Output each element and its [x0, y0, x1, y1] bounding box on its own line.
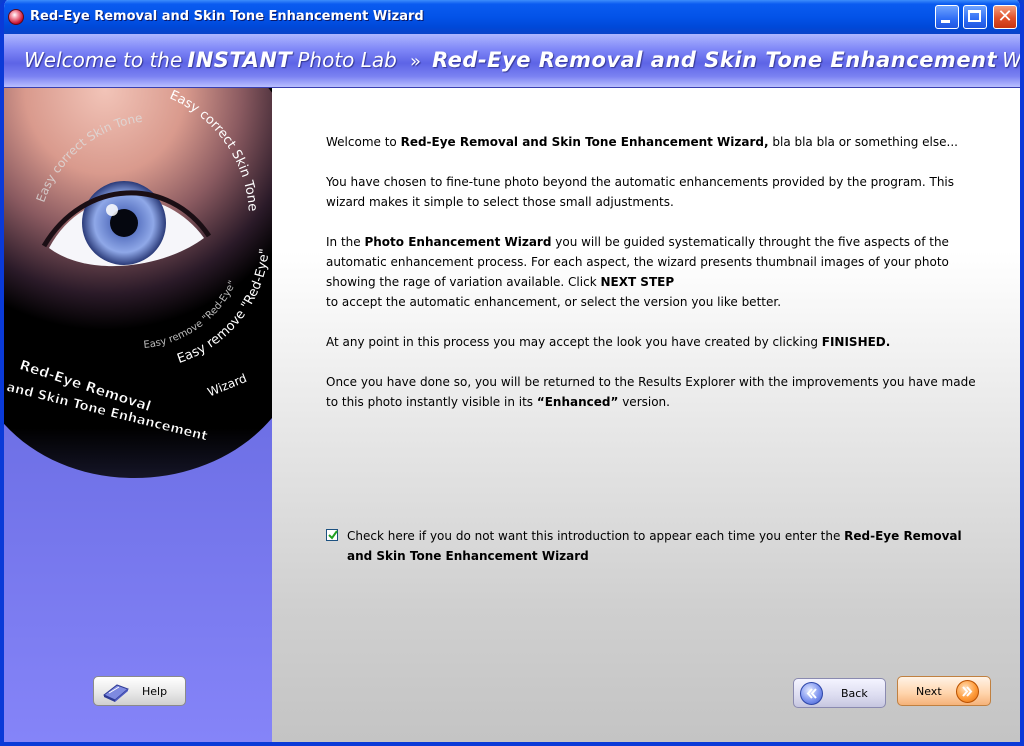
wizard-window: Red-Eye Removal and Skin Tone Enhancemen… [0, 0, 1024, 746]
intro-p5-post: version. [618, 395, 670, 409]
banner-wizard-suffix: Wizard [1002, 48, 1022, 72]
back-label: Back [841, 687, 868, 700]
banner-photo-lab: Photo Lab [297, 48, 397, 72]
intro-p3-pre: In the [326, 235, 365, 249]
checkbox-label-pre: Check here if you do not want this intro… [347, 529, 845, 543]
checkmark-icon [328, 530, 338, 540]
minimize-icon [941, 20, 950, 23]
banner-instant: INSTANT [187, 48, 293, 72]
back-arrows-icon [800, 682, 823, 705]
intro-p4-pre: At any point in this process you may acc… [326, 335, 822, 349]
dont-show-intro-option: Check here if you do not want this intro… [326, 526, 966, 566]
intro-p3-bold2: NEXT STEP [600, 275, 675, 289]
intro-p5-bold: “Enhanced” [536, 395, 619, 409]
book-icon [103, 684, 129, 702]
next-label: Next [916, 685, 942, 698]
content-panel: Welcome to Red-Eye Removal and Skin Tone… [272, 88, 1020, 742]
app-icon [8, 9, 24, 25]
intro-text: Welcome to Red-Eye Removal and Skin Tone… [326, 132, 976, 432]
banner-title: Welcome to the INSTANT Photo Lab » Red-E… [24, 48, 1022, 72]
minimize-button[interactable] [935, 5, 959, 29]
dont-show-intro-checkbox[interactable] [326, 529, 338, 541]
help-button[interactable]: Help [93, 676, 186, 706]
intro-paragraph-1: Welcome to Red-Eye Removal and Skin Tone… [326, 132, 976, 152]
close-button[interactable]: ✕ [993, 5, 1017, 29]
window-title: Red-Eye Removal and Skin Tone Enhancemen… [30, 9, 424, 24]
intro-paragraph-5: Once you have done so, you will be retur… [326, 372, 976, 412]
banner-welcome: Welcome to the [24, 48, 183, 72]
title-bar[interactable]: Red-Eye Removal and Skin Tone Enhancemen… [4, 0, 1020, 34]
double-chevron-right-icon: » [409, 51, 421, 72]
intro-paragraph-4: At any point in this process you may acc… [326, 332, 976, 352]
intro-p1-pre: Welcome to [326, 135, 401, 149]
intro-p4-bold: FINISHED. [821, 335, 891, 349]
maximize-button[interactable] [963, 5, 987, 29]
intro-p1-bold: Red-Eye Removal and Skin Tone Enhancemen… [400, 135, 769, 149]
header-banner: Welcome to the INSTANT Photo Lab » Red-E… [4, 34, 1022, 88]
maximize-icon [968, 10, 981, 22]
banner-wizard-name: Red-Eye Removal and Skin Tone Enhancemen… [432, 48, 998, 72]
side-image-panel: Easy correct Skin Tone Easy correct Skin… [4, 88, 272, 742]
intro-paragraph-3: In the Photo Enhancement Wizard you will… [326, 232, 976, 312]
intro-p1-post: bla bla bla or something else... [768, 135, 958, 149]
next-arrows-icon [956, 680, 979, 703]
intro-p3-bold: Photo Enhancement Wizard [364, 235, 552, 249]
back-button[interactable]: Back [793, 678, 886, 708]
intro-p3-post: to accept the automatic enhancement, or … [326, 295, 782, 309]
close-icon: ✕ [997, 6, 1013, 27]
help-label: Help [142, 685, 168, 698]
next-button[interactable]: Next [897, 676, 991, 706]
intro-paragraph-2: You have chosen to fine-tune photo beyon… [326, 175, 955, 209]
eye-illustration: Easy correct Skin Tone Easy correct Skin… [4, 88, 272, 742]
dont-show-intro-label: Check here if you do not want this intro… [347, 526, 966, 566]
